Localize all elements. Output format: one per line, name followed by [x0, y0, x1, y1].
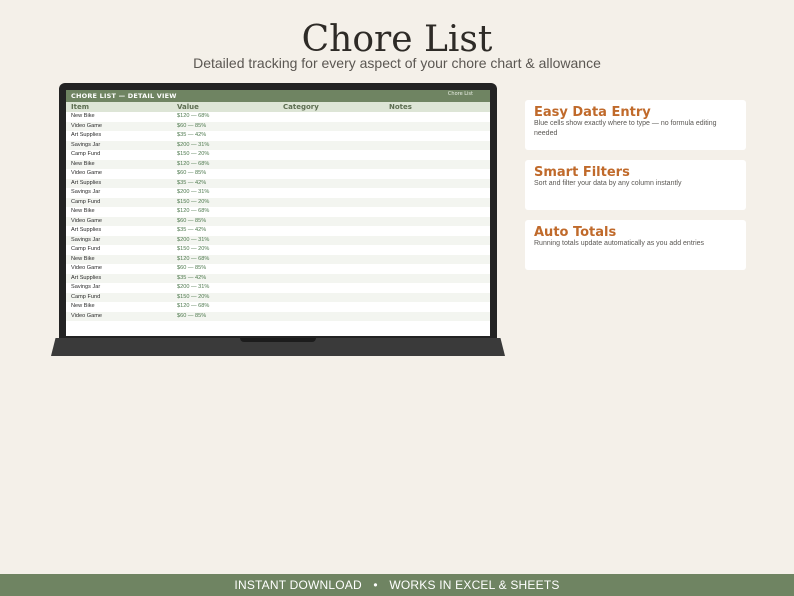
table-row[interactable]: Video Game $60 — 85%	[66, 264, 490, 274]
cell-value[interactable]: $120 — 68%	[177, 160, 209, 170]
column-headers: Item Value Category Notes	[66, 102, 490, 112]
cell-item[interactable]: Video Game	[71, 122, 102, 132]
table-row[interactable]: Savings Jar $200 — 31%	[66, 235, 490, 246]
column-header-item[interactable]: Item	[71, 103, 89, 111]
table-row[interactable]: Video Game $60 — 85%	[66, 169, 490, 179]
cell-item[interactable]: Savings Jar	[71, 283, 100, 293]
cell-value[interactable]: $150 — 20%	[177, 293, 209, 303]
cell-item[interactable]: Savings Jar	[71, 141, 100, 151]
cell-item[interactable]: Video Game	[71, 264, 102, 274]
laptop-notch	[240, 338, 316, 342]
cell-item[interactable]: Camp Fund	[71, 245, 100, 255]
sheet-tab-label[interactable]: Chore List	[448, 91, 473, 97]
cell-value[interactable]: $150 — 20%	[177, 198, 209, 208]
cell-item[interactable]: Savings Jar	[71, 236, 100, 246]
spreadsheet-screen: CHORE LIST — DETAIL VIEW Chore List Item…	[66, 90, 490, 336]
table-row[interactable]: Video Game $60 — 85%	[66, 121, 490, 132]
table-body: New Bike $120 — 68% Video Game $60 — 85% Art…	[66, 112, 490, 321]
cell-value[interactable]: $35 — 42%	[177, 131, 206, 141]
cell-item[interactable]: Art Supplies	[71, 226, 101, 236]
page-subtitle: Detailed tracking for every aspect of yo…	[193, 55, 601, 71]
cell-item[interactable]: New Bike	[71, 160, 95, 170]
table-row[interactable]: Camp Fund $150 — 20%	[66, 197, 490, 208]
cell-value[interactable]: $35 — 42%	[177, 226, 206, 236]
cell-value[interactable]: $150 — 20%	[177, 245, 209, 255]
cell-value[interactable]: $150 — 20%	[177, 150, 209, 160]
table-row[interactable]: New Bike $120 — 68%	[66, 112, 490, 122]
cell-value[interactable]: $60 — 85%	[177, 169, 206, 179]
feature-description: Blue cells show exactly where to type — …	[534, 120, 717, 137]
feature-title: Easy Data Entry	[534, 105, 651, 120]
cell-item[interactable]: Camp Fund	[71, 293, 100, 303]
table-row[interactable]: Savings Jar $200 — 31%	[66, 188, 490, 198]
cell-value[interactable]: $60 — 85%	[177, 264, 206, 274]
cell-item[interactable]: New Bike	[71, 112, 95, 122]
table-row[interactable]: Savings Jar $200 — 31%	[66, 283, 490, 293]
table-row[interactable]: New Bike $120 — 68%	[66, 159, 490, 170]
cell-value[interactable]: $60 — 85%	[177, 312, 206, 322]
table-row[interactable]: Art Supplies $35 — 42%	[66, 131, 490, 141]
table-row[interactable]: Camp Fund $150 — 20%	[66, 150, 490, 160]
table-row[interactable]: Video Game $60 — 85%	[66, 216, 490, 227]
footer-compatibility: WORKS IN EXCEL & SHEETS	[389, 578, 560, 592]
table-row[interactable]: Camp Fund $150 — 20%	[66, 245, 490, 255]
footer-separator: •	[373, 578, 378, 592]
footer-instant-download: INSTANT DOWNLOAD	[234, 578, 362, 592]
table-row[interactable]: New Bike $120 — 68%	[66, 302, 490, 312]
cell-item[interactable]: Camp Fund	[71, 198, 100, 208]
table-row[interactable]: Savings Jar $200 — 31%	[66, 140, 490, 151]
cell-item[interactable]: Savings Jar	[71, 188, 100, 198]
cell-value[interactable]: $60 — 85%	[177, 217, 206, 227]
feature-card-easy-data-entry: Easy Data Entry Blue cells show exactly …	[525, 100, 746, 150]
table-row[interactable]: New Bike $120 — 68%	[66, 207, 490, 217]
column-header-notes[interactable]: Notes	[389, 103, 412, 111]
column-header-value[interactable]: Value	[177, 103, 199, 111]
cell-value[interactable]: $200 — 31%	[177, 236, 209, 246]
feature-description: Running totals update automatically as y…	[534, 240, 705, 247]
feature-card-smart-filters: Smart Filters Sort and filter your data …	[525, 160, 746, 210]
cell-item[interactable]: New Bike	[71, 207, 95, 217]
cell-value[interactable]: $60 — 85%	[177, 122, 206, 132]
cell-item[interactable]: Camp Fund	[71, 150, 100, 160]
table-row[interactable]: New Bike $120 — 68%	[66, 254, 490, 265]
table-row[interactable]: Art Supplies $35 — 42%	[66, 178, 490, 189]
cell-value[interactable]: $200 — 31%	[177, 141, 209, 151]
table-row[interactable]: Camp Fund $150 — 20%	[66, 292, 490, 303]
feature-card-auto-totals: Auto Totals Running totals update automa…	[525, 220, 746, 270]
cell-value[interactable]: $200 — 31%	[177, 188, 209, 198]
sheet-title: CHORE LIST — DETAIL VIEW	[71, 92, 177, 100]
cell-item[interactable]: New Bike	[71, 302, 95, 312]
table-row[interactable]: Art Supplies $35 — 42%	[66, 226, 490, 236]
cell-value[interactable]: $35 — 42%	[177, 179, 206, 189]
feature-title: Auto Totals	[534, 225, 617, 240]
cell-item[interactable]: Video Game	[71, 169, 102, 179]
cell-item[interactable]: Art Supplies	[71, 131, 101, 141]
sheet-header: CHORE LIST — DETAIL VIEW Chore List	[66, 90, 490, 102]
page-title: Chore List	[301, 19, 493, 60]
cell-item[interactable]: Art Supplies	[71, 179, 101, 189]
cell-item[interactable]: Video Game	[71, 312, 102, 322]
cell-item[interactable]: New Bike	[71, 255, 95, 265]
footer-banner: INSTANT DOWNLOAD • WORKS IN EXCEL & SHEE…	[0, 574, 794, 596]
cell-value[interactable]: $35 — 42%	[177, 274, 206, 284]
cell-item[interactable]: Art Supplies	[71, 274, 101, 284]
cell-value[interactable]: $120 — 68%	[177, 112, 209, 122]
cell-value[interactable]: $120 — 68%	[177, 255, 209, 265]
cell-value[interactable]: $120 — 68%	[177, 207, 209, 217]
cell-item[interactable]: Video Game	[71, 217, 102, 227]
feature-description: Sort and filter your data by any column …	[534, 180, 682, 187]
table-row[interactable]: Video Game $60 — 85%	[66, 311, 490, 322]
column-header-category[interactable]: Category	[283, 103, 319, 111]
cell-value[interactable]: $200 — 31%	[177, 283, 209, 293]
table-row[interactable]: Art Supplies $35 — 42%	[66, 273, 490, 284]
feature-title: Smart Filters	[534, 165, 630, 180]
cell-value[interactable]: $120 — 68%	[177, 302, 209, 312]
